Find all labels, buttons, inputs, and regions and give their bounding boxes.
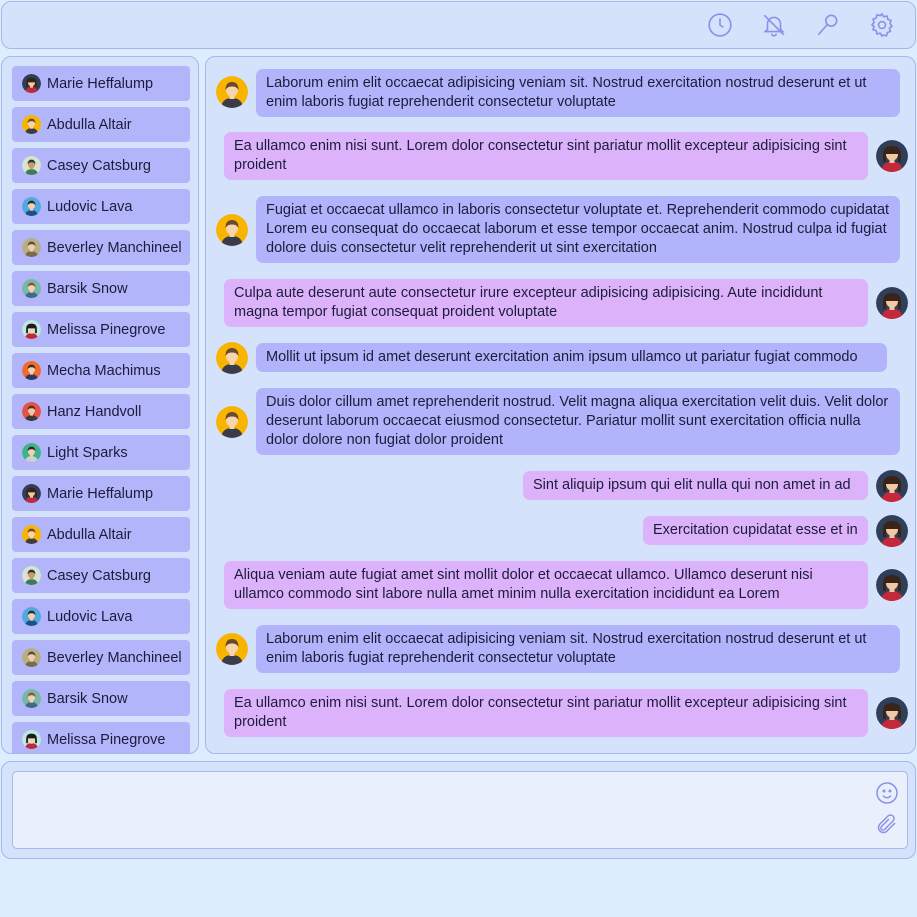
bell-off-icon[interactable] bbox=[760, 11, 788, 39]
top-toolbar bbox=[1, 1, 916, 49]
avatar bbox=[22, 320, 41, 339]
avatar bbox=[22, 115, 41, 134]
message-bubble: Sint aliquip ipsum qui elit nulla qui no… bbox=[523, 471, 868, 500]
avatar bbox=[22, 484, 41, 503]
avatar bbox=[22, 74, 41, 93]
avatar bbox=[876, 470, 908, 502]
contact-item[interactable]: Barsik Snow bbox=[12, 681, 190, 716]
contact-name: Marie Heffalump bbox=[47, 75, 154, 92]
avatar bbox=[22, 279, 41, 298]
avatar bbox=[22, 730, 41, 749]
contact-name: Light Sparks bbox=[47, 444, 128, 461]
contact-name: Marie Heffalump bbox=[47, 485, 154, 502]
message-bubble: Duis dolor cillum amet reprehenderit nos… bbox=[256, 388, 900, 455]
message-bubble: Mollit ut ipsum id amet deserunt exercit… bbox=[256, 343, 887, 372]
contact-item[interactable]: Marie Heffalump bbox=[12, 66, 190, 101]
contact-list[interactable]: Marie Heffalump Abdulla Altair Casey Cat… bbox=[1, 56, 199, 754]
contact-item[interactable]: Melissa Pinegrove bbox=[12, 312, 190, 347]
avatar bbox=[216, 406, 248, 438]
avatar bbox=[22, 443, 41, 462]
message-bubble: Fugiat et occaecat ullamco in laboris co… bbox=[256, 196, 900, 263]
avatar bbox=[22, 607, 41, 626]
message-bubble: Ea ullamco enim nisi sunt. Lorem dolor c… bbox=[224, 689, 868, 737]
clock-icon[interactable] bbox=[706, 11, 734, 39]
avatar bbox=[876, 287, 908, 319]
contact-item[interactable]: Barsik Snow bbox=[12, 271, 190, 306]
gear-icon[interactable] bbox=[868, 11, 896, 39]
avatar bbox=[22, 156, 41, 175]
search-icon[interactable] bbox=[814, 11, 842, 39]
avatar bbox=[876, 697, 908, 729]
contact-item[interactable]: Casey Catsburg bbox=[12, 148, 190, 183]
contact-name: Melissa Pinegrove bbox=[47, 321, 166, 338]
avatar bbox=[216, 214, 248, 246]
avatar bbox=[22, 648, 41, 667]
contact-item[interactable]: Mecha Machimus bbox=[12, 353, 190, 388]
contact-name: Abdulla Altair bbox=[47, 526, 132, 543]
message-input[interactable] bbox=[12, 771, 908, 849]
avatar bbox=[22, 402, 41, 421]
contact-item[interactable]: Abdulla Altair bbox=[12, 517, 190, 552]
avatar bbox=[22, 566, 41, 585]
avatar bbox=[22, 361, 41, 380]
paperclip-icon[interactable] bbox=[874, 811, 900, 837]
message-bubble: Culpa aute deserunt aute consectetur iru… bbox=[224, 279, 868, 327]
contact-name: Barsik Snow bbox=[47, 280, 128, 297]
smiley-icon[interactable] bbox=[874, 780, 900, 806]
message-list[interactable]: Laborum enim elit occaecat adipisicing v… bbox=[205, 56, 916, 754]
message-bubble: Exercitation cupidatat esse et in bbox=[643, 516, 868, 545]
contact-item[interactable]: Hanz Handvoll bbox=[12, 394, 190, 429]
contact-item[interactable]: Ludovic Lava bbox=[12, 599, 190, 634]
contact-name: Ludovic Lava bbox=[47, 198, 133, 215]
contact-name: Casey Catsburg bbox=[47, 567, 151, 584]
contact-item[interactable]: Beverley Manchineel bbox=[12, 640, 190, 675]
avatar bbox=[216, 633, 248, 665]
contact-name: Melissa Pinegrove bbox=[47, 731, 166, 748]
composer bbox=[1, 761, 916, 859]
contact-name: Ludovic Lava bbox=[47, 608, 133, 625]
avatar bbox=[22, 197, 41, 216]
contact-item[interactable]: Casey Catsburg bbox=[12, 558, 190, 593]
contact-name: Mecha Machimus bbox=[47, 362, 161, 379]
contact-name: Beverley Manchineel bbox=[47, 239, 182, 256]
avatar bbox=[22, 238, 41, 257]
avatar bbox=[216, 76, 248, 108]
contact-item[interactable]: Abdulla Altair bbox=[12, 107, 190, 142]
message-bubble: Laborum enim elit occaecat adipisicing v… bbox=[256, 69, 900, 117]
avatar bbox=[216, 342, 248, 374]
avatar bbox=[876, 140, 908, 172]
avatar bbox=[22, 525, 41, 544]
contact-name: Abdulla Altair bbox=[47, 116, 132, 133]
message-bubble: Laborum enim elit occaecat adipisicing v… bbox=[256, 625, 900, 673]
contact-item[interactable]: Beverley Manchineel bbox=[12, 230, 190, 265]
contact-item[interactable]: Melissa Pinegrove bbox=[12, 722, 190, 753]
message-bubble: Aliqua veniam aute fugiat amet sint moll… bbox=[224, 561, 868, 609]
contact-item[interactable]: Ludovic Lava bbox=[12, 189, 190, 224]
contact-item[interactable]: Light Sparks bbox=[12, 435, 190, 470]
message-bubble: Ea ullamco enim nisi sunt. Lorem dolor c… bbox=[224, 132, 868, 180]
avatar bbox=[22, 689, 41, 708]
contact-name: Beverley Manchineel bbox=[47, 649, 182, 666]
contact-name: Casey Catsburg bbox=[47, 157, 151, 174]
contact-name: Hanz Handvoll bbox=[47, 403, 142, 420]
contact-name: Barsik Snow bbox=[47, 690, 128, 707]
avatar bbox=[876, 515, 908, 547]
avatar bbox=[876, 569, 908, 601]
contact-item[interactable]: Marie Heffalump bbox=[12, 476, 190, 511]
